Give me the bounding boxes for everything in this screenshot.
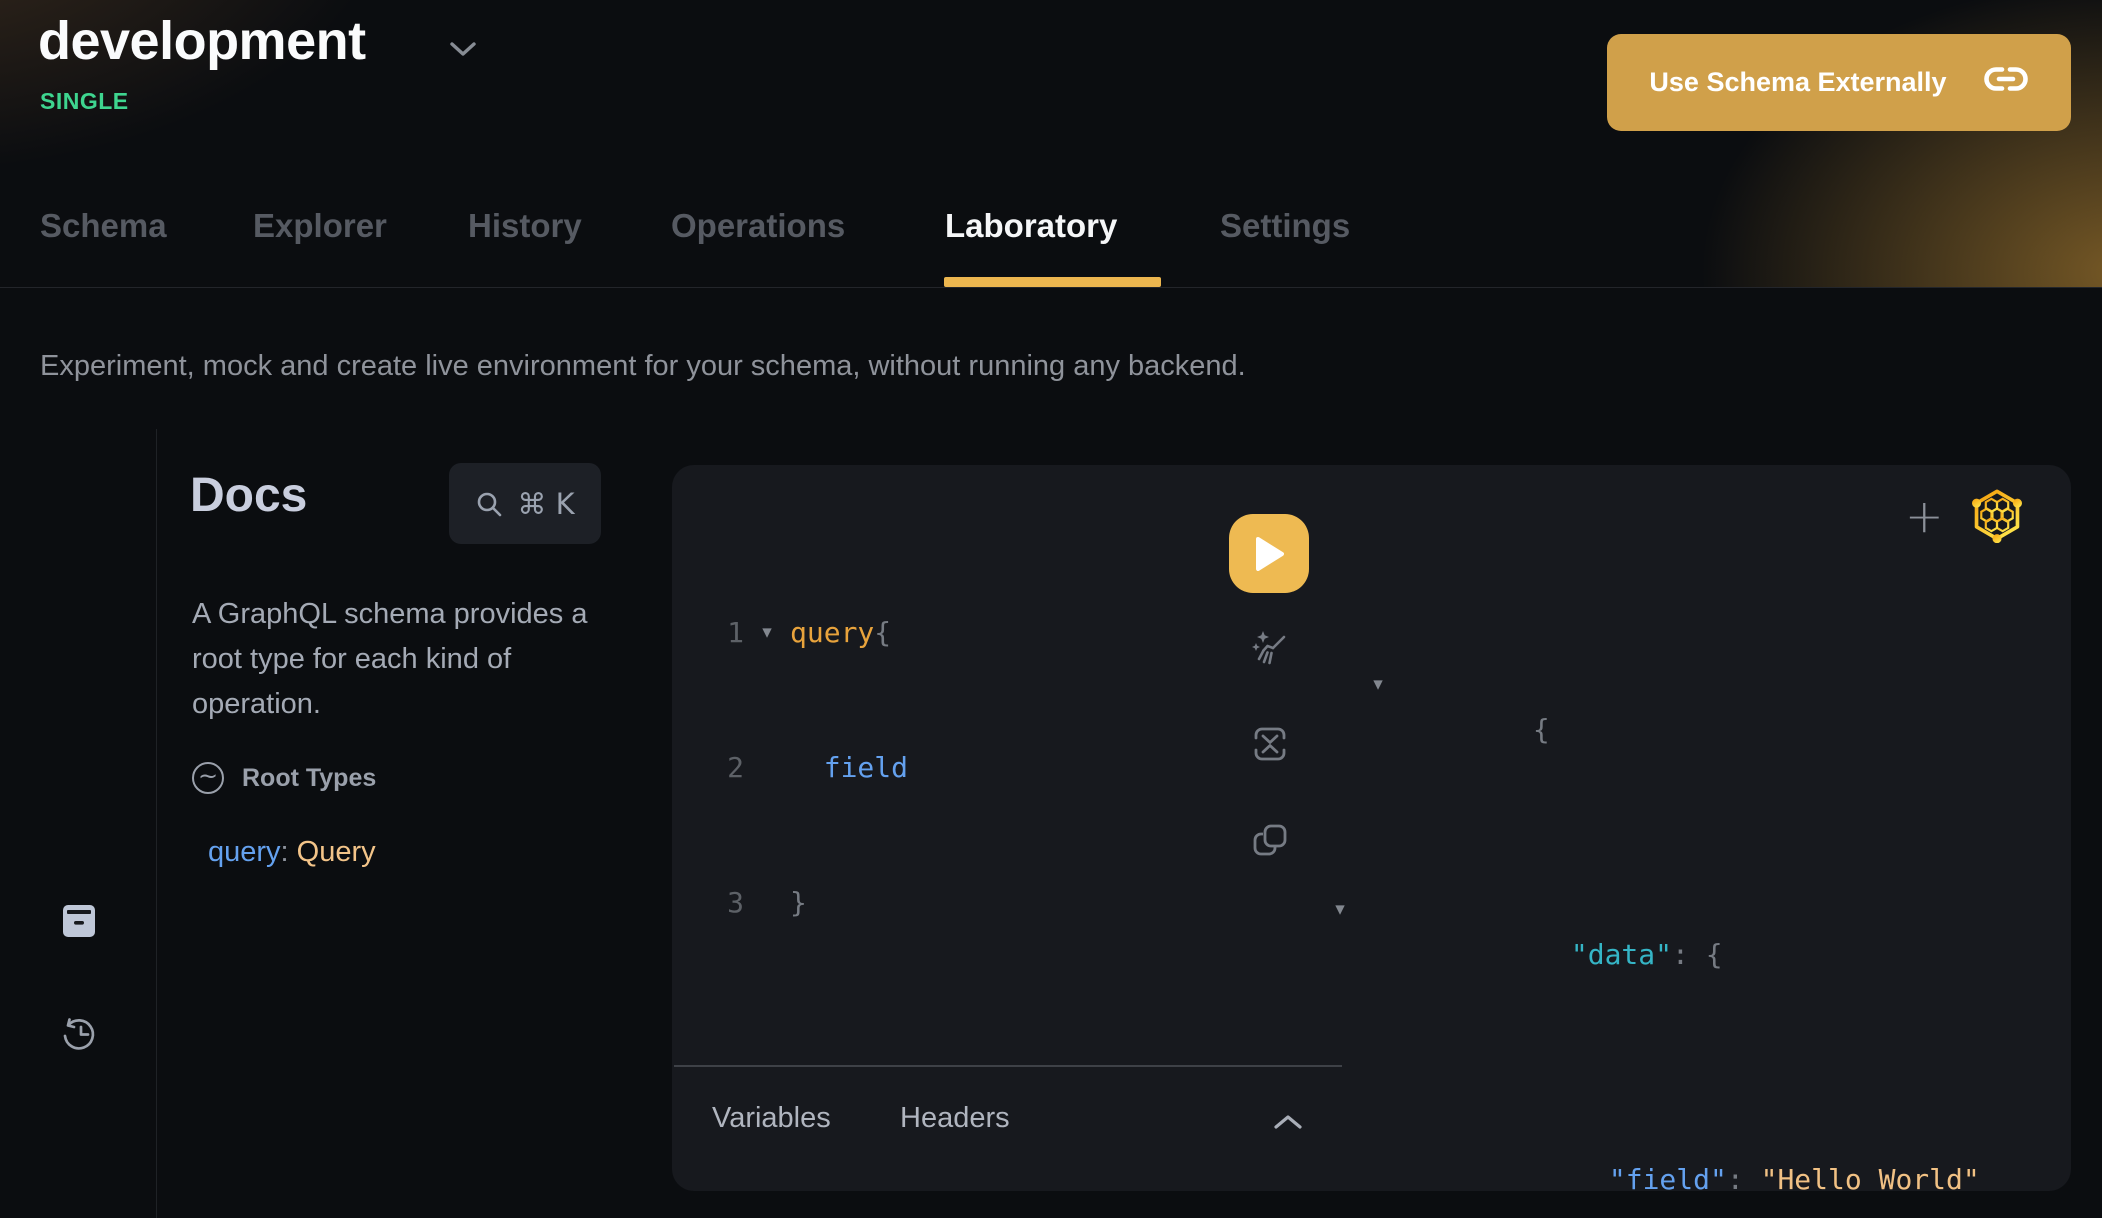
root-types-icon: ~ <box>192 762 224 794</box>
plugin-sidebar: ⌘ ⚙ <box>0 429 157 1218</box>
chevron-down-icon[interactable] <box>448 40 478 63</box>
tab-schema[interactable]: Schema <box>40 207 167 245</box>
code-token: field <box>790 745 908 790</box>
tab-settings[interactable]: Settings <box>1220 207 1350 245</box>
code-token: query <box>790 610 874 655</box>
response-line: ▾"data": { <box>1370 887 1980 1022</box>
code-token: "field" <box>1609 1163 1727 1196</box>
fold-gutter <box>744 745 790 790</box>
docs-search-button[interactable]: ⌘ K <box>449 463 601 544</box>
use-schema-externally-label: Use Schema Externally <box>1649 67 1946 98</box>
editor-line: 3} <box>712 880 908 925</box>
docs-panel-title: Docs <box>190 468 307 523</box>
code-token: { <box>874 610 891 655</box>
fold-gutter <box>744 880 790 925</box>
fold-toggle-icon[interactable]: ▾ <box>1326 887 1354 932</box>
root-types-label: Root Types <box>242 764 376 793</box>
execute-query-button[interactable] <box>1229 514 1309 593</box>
graphiql-panel: 1▾query{ 2 field 3} <box>672 465 2071 1191</box>
docs-icon[interactable] <box>0 903 157 939</box>
docs-description: A GraphQL schema provides a root type fo… <box>192 592 632 727</box>
editor-line: 1▾query{ <box>712 610 908 655</box>
code-token: } <box>790 880 807 925</box>
tab-variables[interactable]: Variables <box>712 1102 831 1135</box>
target-title: development <box>38 10 366 72</box>
line-number: 2 <box>712 745 744 790</box>
page-header: development SINGLE Use Schema Externally… <box>0 0 2102 288</box>
response-viewer: ▾{ ▾"data": { "field": "Hello World" } } <box>1370 572 1980 1218</box>
response-line: "field": "Hello World" <box>1370 1112 1980 1218</box>
tab-operations[interactable]: Operations <box>671 207 845 245</box>
fold-toggle-icon[interactable]: ▾ <box>744 610 790 655</box>
root-type-name[interactable]: Query <box>297 836 376 868</box>
line-number: 1 <box>712 610 744 655</box>
link-icon <box>1983 65 2029 100</box>
editor-tools-divider <box>674 1065 1342 1067</box>
hive-logo-icon[interactable] <box>1969 487 2025 548</box>
active-tab-underline <box>944 277 1161 287</box>
code-token: { <box>1533 713 1550 746</box>
root-field-name[interactable]: query <box>208 836 281 868</box>
search-icon <box>475 490 503 518</box>
search-shortcut-label: ⌘ K <box>517 487 574 521</box>
tab-laboratory[interactable]: Laboratory <box>945 207 1117 245</box>
editor-line: 2 field <box>712 745 908 790</box>
laboratory-page: development SINGLE Use Schema Externally… <box>0 0 2102 1218</box>
tab-headers[interactable]: Headers <box>900 1102 1010 1135</box>
fold-toggle-icon[interactable]: ▾ <box>1364 662 1392 707</box>
tab-explorer[interactable]: Explorer <box>253 207 387 245</box>
root-field-separator: : <box>281 836 297 868</box>
prettify-icon[interactable] <box>1248 628 1292 672</box>
root-type-query-link[interactable]: query: Query <box>208 836 376 869</box>
root-types-section: ~ Root Types <box>192 762 376 794</box>
merge-fragments-icon[interactable] <box>1248 722 1292 766</box>
code-token: { <box>1689 938 1723 971</box>
history-icon[interactable] <box>0 1015 157 1053</box>
add-tab-icon[interactable]: + <box>1905 498 1944 534</box>
use-schema-externally-button[interactable]: Use Schema Externally <box>1607 34 2071 131</box>
code-token: "Hello World" <box>1744 1163 1980 1196</box>
query-editor[interactable]: 1▾query{ 2 field 3} <box>712 520 908 1015</box>
status-badge: SINGLE <box>40 88 129 115</box>
code-token: "data" <box>1571 938 1672 971</box>
response-line: ▾{ <box>1370 662 1980 797</box>
line-number: 3 <box>712 880 744 925</box>
play-icon <box>1254 537 1284 571</box>
page-description: Experiment, mock and create live environ… <box>40 350 1246 383</box>
tab-history[interactable]: History <box>468 207 582 245</box>
copy-query-icon[interactable] <box>1248 819 1292 863</box>
code-token: : <box>1727 1163 1744 1196</box>
code-token: : <box>1672 938 1689 971</box>
chevron-up-icon[interactable] <box>1272 1113 1304 1136</box>
